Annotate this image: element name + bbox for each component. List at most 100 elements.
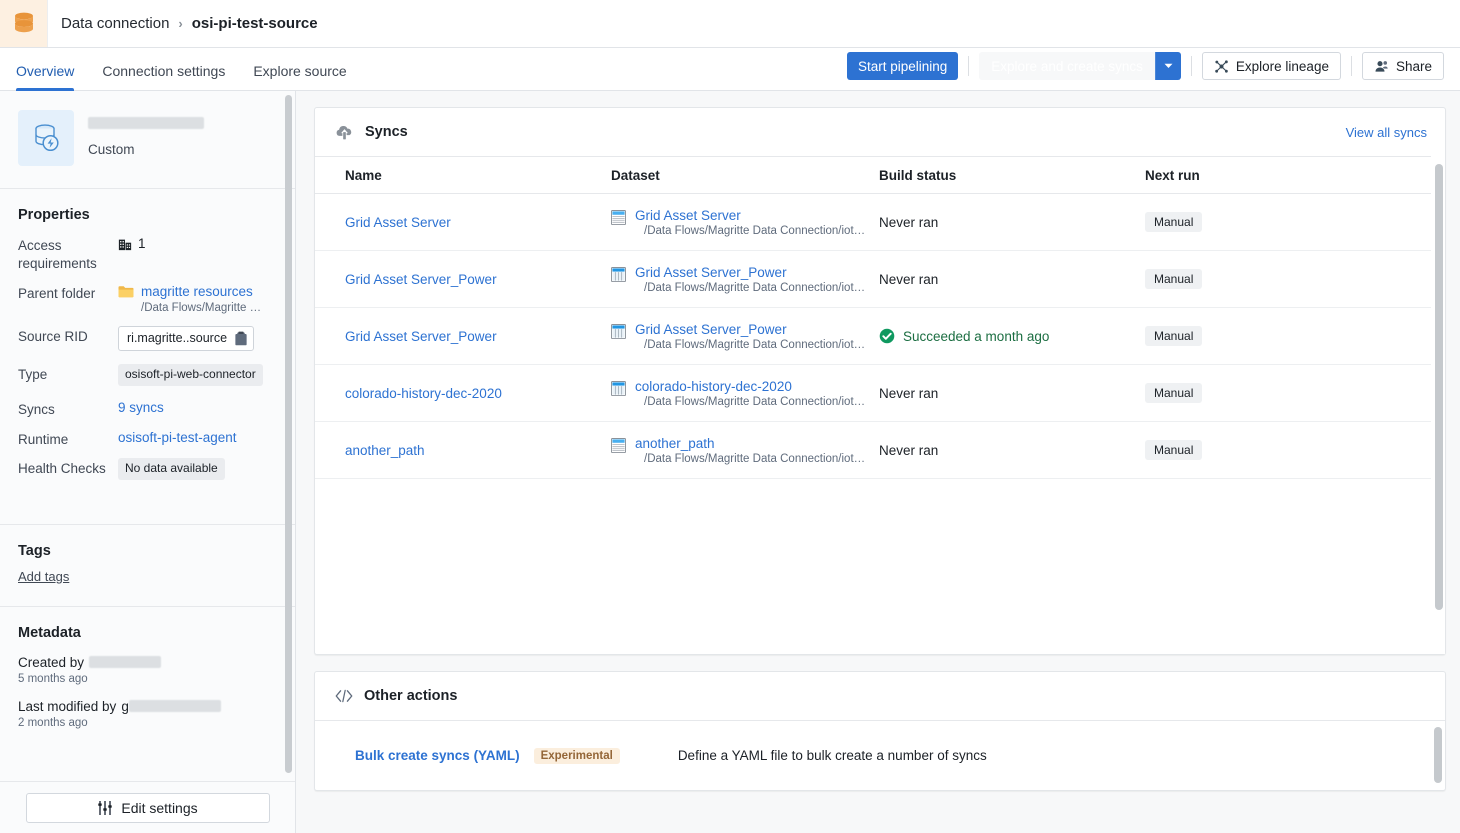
property-parent-folder: Parent folder magritte resources /Data F…	[18, 283, 279, 316]
next-run-chip: Manual	[1145, 440, 1203, 460]
tab-connection-settings[interactable]: Connection settings	[88, 63, 239, 90]
created-by-user-redacted	[89, 656, 162, 669]
scrollbar-thumb[interactable]	[1435, 164, 1443, 610]
metadata-created-by: Created by 5 months ago	[18, 655, 279, 685]
property-label: Type	[18, 367, 48, 383]
table-dataset-icon	[611, 209, 626, 225]
connection-name-redacted	[88, 117, 204, 129]
edit-settings-button[interactable]: Edit settings	[25, 792, 270, 823]
dataset-link[interactable]: Grid Asset Server	[635, 208, 865, 223]
column-dataset-icon	[611, 266, 626, 282]
sidebar-scrollbar[interactable]	[285, 95, 292, 773]
tab-list: Overview Connection settings Explore sou…	[16, 48, 361, 91]
tab-overview[interactable]: Overview	[16, 63, 88, 91]
action-divider-3	[1350, 56, 1352, 76]
sync-next-run: Manual	[1145, 440, 1431, 460]
property-syncs: Syncs 9 syncs	[18, 399, 279, 419]
table-row[interactable]: Grid Asset Server Grid Asset Server /Dat…	[315, 194, 1431, 251]
property-value: ri.magritte..source	[118, 326, 254, 352]
source-rid-field[interactable]: ri.magritte..source	[118, 326, 254, 352]
syncs-table-scrollbar[interactable]	[1431, 156, 1445, 654]
bulk-create-syncs-link[interactable]: Bulk create syncs (YAML)	[355, 748, 520, 763]
metadata-section: Metadata Created by 5 months ago Last mo…	[0, 607, 295, 757]
explore-lineage-button[interactable]: Explore lineage	[1201, 52, 1341, 80]
runtime-link[interactable]: osisoft-pi-test-agent	[118, 429, 237, 447]
column-header-build-status: Build status	[879, 167, 957, 183]
organization-icon	[118, 239, 132, 250]
sync-build-status: Never ran	[879, 271, 939, 287]
metadata-title: Metadata	[18, 624, 81, 641]
page-body: Custom Properties Access requirements 1 …	[0, 91, 1460, 833]
sync-name-link[interactable]: Grid Asset Server_Power	[345, 272, 611, 287]
sidebar-scroll-area: Custom Properties Access requirements 1 …	[0, 91, 295, 781]
tags-section: Tags Add tags	[0, 525, 295, 606]
database-lightning-icon	[35, 124, 59, 152]
last-modified-by-prefix: g	[121, 698, 129, 714]
sliders-icon	[98, 800, 113, 815]
sync-name-link[interactable]: Grid Asset Server_Power	[345, 329, 611, 344]
connection-meta: Custom	[88, 110, 204, 157]
syncs-count-link[interactable]: 9 syncs	[118, 399, 164, 417]
action-divider-2	[1190, 56, 1192, 76]
code-icon	[335, 689, 353, 703]
table-row[interactable]: colorado-history-dec-2020 colorado-histo…	[315, 365, 1431, 422]
property-label: Access requirements	[18, 238, 97, 271]
last-modified-by-label: Last modified by	[18, 698, 117, 714]
add-tags-link[interactable]: Add tags	[18, 569, 279, 584]
sync-name-link[interactable]: another_path	[345, 443, 611, 458]
other-actions-scrollbar[interactable]	[1431, 721, 1445, 790]
clipboard-icon[interactable]	[234, 331, 248, 346]
property-access-requirements: Access requirements 1	[18, 235, 279, 273]
dataset-link[interactable]: Grid Asset Server_Power	[635, 322, 865, 337]
chevron-down-icon[interactable]	[1154, 52, 1181, 80]
property-value: magritte resources /Data Flows/Magritte …	[118, 283, 261, 316]
syncs-table: Name Dataset Build status Next run Grid …	[315, 156, 1431, 654]
other-actions-body: Bulk create syncs (YAML) Experimental De…	[315, 720, 1445, 790]
property-label: Syncs	[18, 401, 55, 417]
sync-build-status: Never ran	[879, 442, 939, 458]
sync-name-link[interactable]: colorado-history-dec-2020	[345, 386, 611, 401]
explore-create-syncs-button[interactable]: Explore and create syncs	[979, 52, 1155, 80]
dataset-path: /Data Flows/Magritte Data Connection/iot…	[644, 338, 866, 351]
breadcrumb-separator-icon: ›	[178, 16, 183, 31]
sync-name-link[interactable]: Grid Asset Server	[345, 215, 611, 230]
sync-next-run: Manual	[1145, 326, 1431, 346]
app-logo[interactable]	[0, 0, 48, 47]
share-button[interactable]: Share	[1361, 52, 1444, 80]
dataset-path: /Data Flows/Magritte Data Connection/iot…	[644, 281, 866, 294]
property-label: Source RID	[18, 329, 88, 345]
explore-create-syncs-split-button: Explore and create syncs	[979, 52, 1181, 80]
table-row[interactable]: Grid Asset Server_Power Grid Asset Serve…	[315, 308, 1431, 365]
property-value: 1	[118, 235, 146, 253]
sync-build-status: Never ran	[879, 385, 939, 401]
sync-build-status: Succeeded a month ago	[879, 328, 1145, 344]
column-dataset-icon	[611, 380, 626, 396]
bulk-create-syncs-description: Define a YAML file to bulk create a numb…	[677, 748, 987, 763]
dataset-link[interactable]: Grid Asset Server_Power	[635, 265, 865, 280]
health-checks-chip: No data available	[118, 458, 225, 480]
property-source-rid: Source RID ri.magritte..source	[18, 326, 279, 352]
properties-title: Properties	[18, 207, 90, 223]
column-dataset-icon	[611, 323, 626, 339]
table-row[interactable]: another_path another_path /Data Flows/Ma…	[315, 422, 1431, 479]
sync-dataset: Grid Asset Server /Data Flows/Magritte D…	[611, 200, 879, 245]
tab-explore-source[interactable]: Explore source	[239, 63, 360, 90]
parent-folder-link[interactable]: magritte resources	[141, 283, 261, 301]
parent-folder-path: /Data Flows/Magritte …	[141, 302, 262, 315]
bulk-create-syncs-row[interactable]: Bulk create syncs (YAML) Experimental De…	[315, 721, 1431, 790]
property-runtime: Runtime osisoft-pi-test-agent	[18, 429, 279, 449]
sync-dataset: another_path /Data Flows/Magritte Data C…	[611, 428, 879, 473]
view-all-syncs-link[interactable]: View all syncs	[1346, 125, 1427, 140]
breadcrumb-parent[interactable]: Data connection	[61, 15, 169, 32]
scrollbar-thumb[interactable]	[1434, 727, 1442, 783]
dataset-link[interactable]: colorado-history-dec-2020	[635, 379, 865, 394]
syncs-table-header: Name Dataset Build status Next run	[315, 156, 1431, 194]
table-row[interactable]: Grid Asset Server_Power Grid Asset Serve…	[315, 251, 1431, 308]
header-actions: Start pipelining Explore and create sync…	[846, 52, 1460, 86]
properties-section: Properties Access requirements 1 Parent …	[0, 189, 295, 498]
next-run-chip: Manual	[1145, 269, 1203, 289]
start-pipelining-button[interactable]: Start pipelining	[846, 52, 959, 80]
data-connection-page: Data connection › osi-pi-test-source Ove…	[0, 0, 1460, 833]
dataset-link[interactable]: another_path	[635, 436, 865, 451]
connection-subtitle: Custom	[88, 142, 135, 157]
